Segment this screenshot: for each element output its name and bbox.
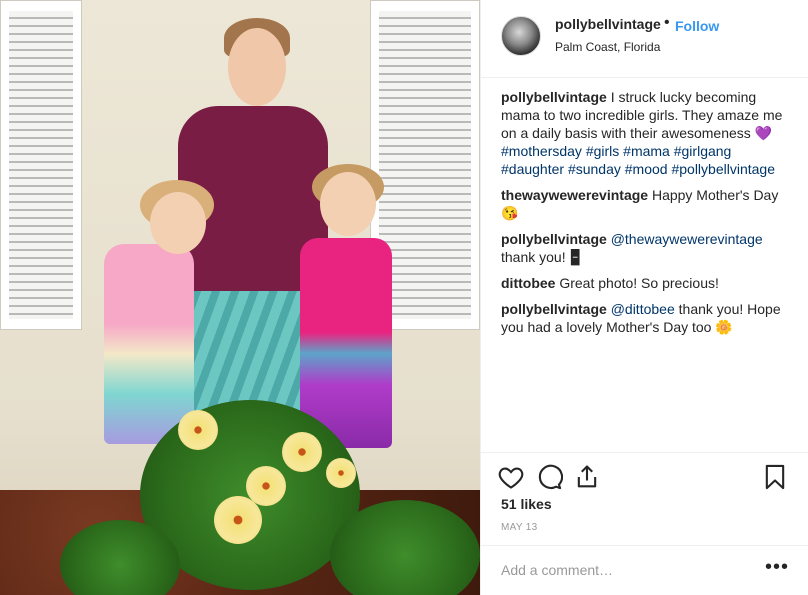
comment-username[interactable]: dittobee [501,275,555,291]
add-comment-section: ••• [481,545,808,595]
photo-hibiscus-flower [282,432,322,472]
comment-mention[interactable]: @thewaywewerevintage [611,231,763,247]
comment-username[interactable]: thewaywewerevintage [501,187,648,203]
post-location[interactable]: Palm Coast, Florida [555,40,660,54]
photo-hibiscus-flower [178,410,218,450]
share-icon[interactable] [573,463,601,491]
post-date[interactable]: MAY 13 [501,522,537,533]
photo-girl-right-dress [300,238,392,448]
comment-item: pollybellvintage @dittobee thank you! Ho… [501,300,797,336]
photo-blinds-right [379,11,471,319]
comment-username[interactable]: pollybellvintage [501,89,607,105]
post-actions-bar [481,452,808,498]
post-detail-panel: pollybellvintage • Follow Palm Coast, Fl… [480,0,808,595]
post-header: pollybellvintage • Follow Palm Coast, Fl… [481,0,808,78]
separator-dot: • [664,14,670,31]
caption: pollybellvintage I struck lucky becoming… [501,88,797,178]
photo-hibiscus-flower [326,458,356,488]
photo-woman-face [228,28,286,106]
comment-item: thewaywewerevintage Happy Mother's Day 😘 [501,186,797,222]
comment-icon[interactable] [535,463,564,491]
comment-item: dittobee Great photo! So precious! [501,274,797,292]
add-comment-input[interactable] [501,558,751,582]
comment-username[interactable]: pollybellvintage [501,301,607,317]
post-photo[interactable] [0,0,480,595]
photo-girl-left-dress [104,244,194,444]
post-username[interactable]: pollybellvintage [555,16,661,32]
comments-list: pollybellvintage I struck lucky becoming… [501,88,797,344]
comment-hashtags[interactable]: #mothersday #girls #mama #girlgang #daug… [501,143,775,177]
comment-mention[interactable]: @dittobee [611,301,675,317]
photo-blinds-left [9,11,73,319]
comment-item: pollybellvintage @thewaywewerevintage th… [501,230,797,266]
more-options-icon[interactable]: ••• [765,556,789,579]
follow-button[interactable]: Follow [675,18,719,34]
photo-girl-right-face [320,172,376,236]
bookmark-icon[interactable] [761,463,789,491]
photo-girl-left-face [150,192,206,254]
heart-icon[interactable] [497,463,525,491]
likes-count[interactable]: 51 likes [501,496,552,512]
photo-window-left [0,0,82,330]
comment-text: thank you! 🁢 [501,249,581,265]
comment-username[interactable]: pollybellvintage [501,231,607,247]
photo-hibiscus-flower [214,496,262,544]
user-avatar[interactable] [501,16,541,56]
comment-text: Great photo! So precious! [559,275,719,291]
